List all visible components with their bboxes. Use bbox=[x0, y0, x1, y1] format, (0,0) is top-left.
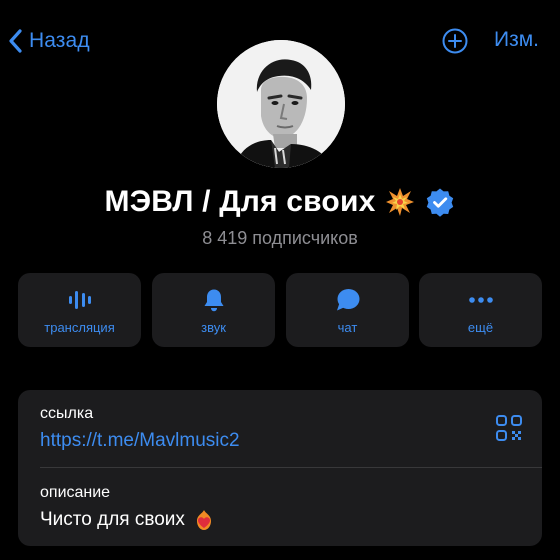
action-buttons-row: трансляция звук чат ещё bbox=[18, 273, 542, 347]
more-button[interactable]: ещё bbox=[419, 273, 542, 347]
link-label: ссылка bbox=[40, 405, 94, 422]
sound-button-label: звук bbox=[201, 320, 226, 335]
chat-bubble-icon bbox=[336, 289, 359, 311]
broadcast-button-label: трансляция bbox=[44, 320, 115, 335]
sound-button[interactable]: звук bbox=[152, 273, 275, 347]
back-button-label: Назад bbox=[29, 29, 90, 52]
channel-profile-screen: Назад Изм. МЭВЛ / Для своих 8 419 подпис… bbox=[0, 0, 560, 560]
description-label: описание bbox=[40, 484, 111, 501]
chat-button-label: чат bbox=[337, 320, 358, 335]
explosion-emoji-icon bbox=[386, 188, 415, 216]
more-button-label: ещё bbox=[467, 320, 494, 335]
plus-circle-icon bbox=[442, 28, 468, 54]
description-row: Чисто для своих bbox=[40, 507, 215, 533]
chat-button[interactable]: чат bbox=[286, 273, 409, 347]
add-button[interactable] bbox=[441, 27, 469, 55]
broadcast-button[interactable]: трансляция bbox=[18, 273, 141, 347]
heart-on-fire-emoji-icon bbox=[196, 510, 211, 530]
channel-description: Чисто для своих bbox=[40, 509, 185, 530]
avatar-photo bbox=[217, 40, 345, 168]
edit-button[interactable]: Изм. bbox=[494, 28, 539, 52]
back-button[interactable]: Назад bbox=[8, 26, 90, 56]
info-divider bbox=[40, 467, 542, 468]
channel-info-card: ссылка https://t.me/Mavlmusic2 описание … bbox=[18, 390, 542, 546]
audio-wave-icon bbox=[68, 291, 91, 309]
channel-link[interactable]: https://t.me/Mavlmusic2 bbox=[40, 430, 240, 452]
subscriber-count: 8 419 подписчиков bbox=[202, 228, 358, 248]
chevron-left-icon bbox=[9, 29, 22, 53]
more-dots-icon bbox=[468, 297, 493, 303]
verified-badge-icon bbox=[427, 188, 454, 217]
channel-avatar[interactable] bbox=[217, 40, 345, 168]
channel-title: МЭВЛ / Для своих bbox=[104, 185, 376, 218]
channel-title-row: МЭВЛ / Для своих bbox=[0, 182, 560, 222]
qr-code-icon[interactable] bbox=[495, 414, 523, 442]
bell-icon bbox=[204, 289, 223, 312]
